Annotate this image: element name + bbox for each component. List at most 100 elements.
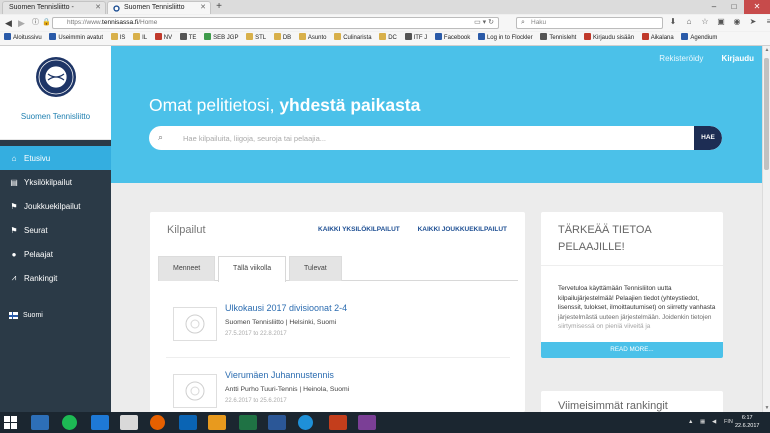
brand[interactable]: Suomen Tennisliitto [0, 46, 111, 140]
competition-dates: 22.6.2017 to 25.6.2017 [225, 398, 287, 404]
extension-icon[interactable]: ◉ [732, 17, 742, 26]
taskbar-app-icon[interactable] [208, 415, 226, 430]
bookmark[interactable]: Kirjaudu sisään [584, 32, 634, 45]
volume-icon[interactable]: ◀ [712, 419, 716, 425]
word-icon[interactable] [268, 415, 286, 430]
site-search-input[interactable] [183, 126, 683, 150]
sidebar-item-rankingit[interactable]: ⩘ Rankingit [0, 266, 111, 290]
sidebar-item-joukkuekilpailut[interactable]: ⚑ Joukkuekilpailut [0, 194, 111, 218]
bookmark[interactable]: Useimmin avatut [49, 32, 103, 45]
tab-menneet[interactable]: Menneet [158, 256, 216, 281]
bookmark[interactable]: Aloitussivu [4, 32, 42, 45]
dropbox-icon[interactable] [91, 415, 109, 430]
bookmarks-bar: Aloitussivu Useimmin avatut IS IL NV TE … [0, 32, 770, 45]
powerpoint-icon[interactable] [329, 415, 347, 430]
onenote-icon[interactable] [358, 415, 376, 430]
scroll-down-icon[interactable]: ▼ [763, 405, 770, 411]
minimize-icon[interactable]: – [704, 0, 724, 14]
new-tab-button[interactable]: + [212, 1, 226, 13]
reader-reload-icons[interactable]: ▭ ▾ ↻ [474, 18, 494, 28]
bookmark[interactable]: NV [154, 32, 172, 45]
sidebar-item-etusivu[interactable]: ⌂ Etusivu [0, 146, 111, 170]
rankings-card: Viimeisimmät rankingit [541, 391, 723, 412]
bookmark[interactable]: IL [133, 32, 147, 45]
bookmark[interactable]: Tennisleht [540, 32, 576, 45]
taskbar-app-icon[interactable] [31, 415, 49, 430]
download-icon[interactable]: ⬇ [668, 17, 678, 26]
menu-icon[interactable]: ≡ [764, 17, 770, 26]
competitions-card: Kilpailut KAIKKI YKSILÖKILPAILUT KAIKKI … [150, 212, 525, 412]
bookmark[interactable]: TE [179, 32, 196, 45]
tab-tulevat[interactable]: Tulevat [289, 256, 342, 281]
search-button[interactable]: HAE [694, 126, 722, 150]
sidebar-item-yksilokilpailut[interactable]: ▤ Yksilökilpailut [0, 170, 111, 194]
browser-tab-1[interactable]: Suomen Tennisliitto - ✕ [2, 1, 106, 14]
sidebar-item-seurat[interactable]: ⚑ Seurat [0, 218, 111, 242]
bookmark-star-icon[interactable]: ☆ [700, 17, 710, 26]
back-icon[interactable]: ◀ [5, 17, 12, 29]
bookmark[interactable]: DB [273, 32, 291, 45]
bookmark[interactable]: IS [110, 32, 125, 45]
sidebar-item-label: Joukkuekilpailut [24, 201, 81, 211]
bookmark[interactable]: Facebook [434, 32, 470, 45]
url-prefix: https://www. [67, 19, 103, 26]
bookmark[interactable]: Log in to Flockler [477, 32, 533, 45]
sidebar-item-pelaajat[interactable]: ● Pelaajat [0, 242, 111, 266]
rankings-title: Viimeisimmät rankingit [558, 400, 668, 412]
bookmark[interactable]: Asunto [298, 32, 327, 45]
window-close-icon[interactable]: ✕ [744, 0, 770, 14]
windows-start-icon[interactable] [4, 416, 17, 429]
excel-icon[interactable] [239, 415, 257, 430]
flag-icon: ⚑ [10, 225, 18, 235]
bookmark[interactable]: STL [246, 32, 266, 45]
bookmark[interactable]: ITF J [404, 32, 427, 45]
clock[interactable]: 6:17 22.6.2017 [735, 414, 759, 430]
maximize-icon[interactable]: □ [724, 0, 744, 14]
all-team-link[interactable]: KAIKKI JOUKKUEKILPAILUT [418, 226, 507, 233]
home-toolbar-icon[interactable]: ⌂ [684, 17, 694, 26]
competition-item[interactable]: Ulkokausi 2017 divisioonat 2-4 Suomen Te… [173, 299, 493, 359]
bookmark[interactable]: SEB JGP [204, 32, 238, 45]
scroll-up-icon[interactable]: ▲ [763, 47, 770, 53]
competition-name[interactable]: Ulkokausi 2017 divisioonat 2-4 [225, 303, 347, 313]
register-link[interactable]: Rekisteröidy [659, 54, 703, 63]
bookmark[interactable]: DC [379, 32, 397, 45]
bookmark[interactable]: Aikalana [641, 32, 674, 45]
internet-explorer-icon[interactable] [298, 415, 313, 430]
close-tab-icon[interactable]: ✕ [200, 3, 206, 11]
competition-logo-icon [185, 381, 205, 401]
page-scrollbar[interactable]: ▲ ▼ [762, 46, 770, 412]
tab-talla-viikolla[interactable]: Tällä viikolla [218, 256, 287, 282]
all-individual-link[interactable]: KAIKKI YKSILÖKILPAILUT [318, 226, 400, 233]
user-icon: ● [11, 249, 17, 259]
close-tab-icon[interactable]: ✕ [95, 3, 101, 11]
site-search: ⌕ HAE [149, 126, 722, 150]
bookmark[interactable]: Agendium [681, 32, 717, 45]
flag-icon: ⚑ [10, 201, 18, 211]
competition-name[interactable]: Vierumäen Juhannustennis [225, 370, 334, 380]
taskbar-app-icon[interactable] [120, 415, 138, 430]
window-controls: – □ ✕ [704, 0, 770, 14]
tray-up-icon[interactable]: ▲ [688, 419, 693, 425]
browser-search-input[interactable]: ⌕ Haku [516, 17, 663, 29]
bookmark[interactable]: Culinarista [334, 32, 372, 45]
language-selector[interactable]: Suomi [0, 312, 111, 319]
scrollbar-thumb[interactable] [764, 58, 769, 170]
firefox-icon[interactable] [150, 415, 165, 430]
browser-tab-2[interactable]: Suomen Tennisliitto ✕ [107, 1, 211, 14]
competition-item[interactable]: Vierumäen Juhannustennis Antti Purho Tuu… [173, 366, 493, 412]
spotify-icon[interactable] [62, 415, 77, 430]
language-indicator[interactable]: FIN [724, 419, 733, 425]
divider [541, 265, 723, 266]
outlook-icon[interactable] [179, 415, 197, 430]
address-bar[interactable]: https://www.tennisassa.fi/Home ▭ ▾ ↻ [52, 17, 499, 29]
hero-banner: Rekisteröidy Kirjaudu Omat pelitietosi, … [111, 46, 762, 183]
pocket-icon[interactable]: ▣ [716, 17, 726, 26]
login-link[interactable]: Kirjaudu [722, 54, 754, 63]
info-icon[interactable]: ⓘ [32, 17, 39, 29]
send-icon[interactable]: ➤ [748, 17, 758, 26]
language-label: Suomi [23, 312, 43, 319]
network-icon[interactable]: ▦ [700, 419, 705, 425]
read-more-button[interactable]: READ MORE... [541, 342, 723, 358]
forward-icon[interactable]: ▶ [18, 17, 25, 29]
